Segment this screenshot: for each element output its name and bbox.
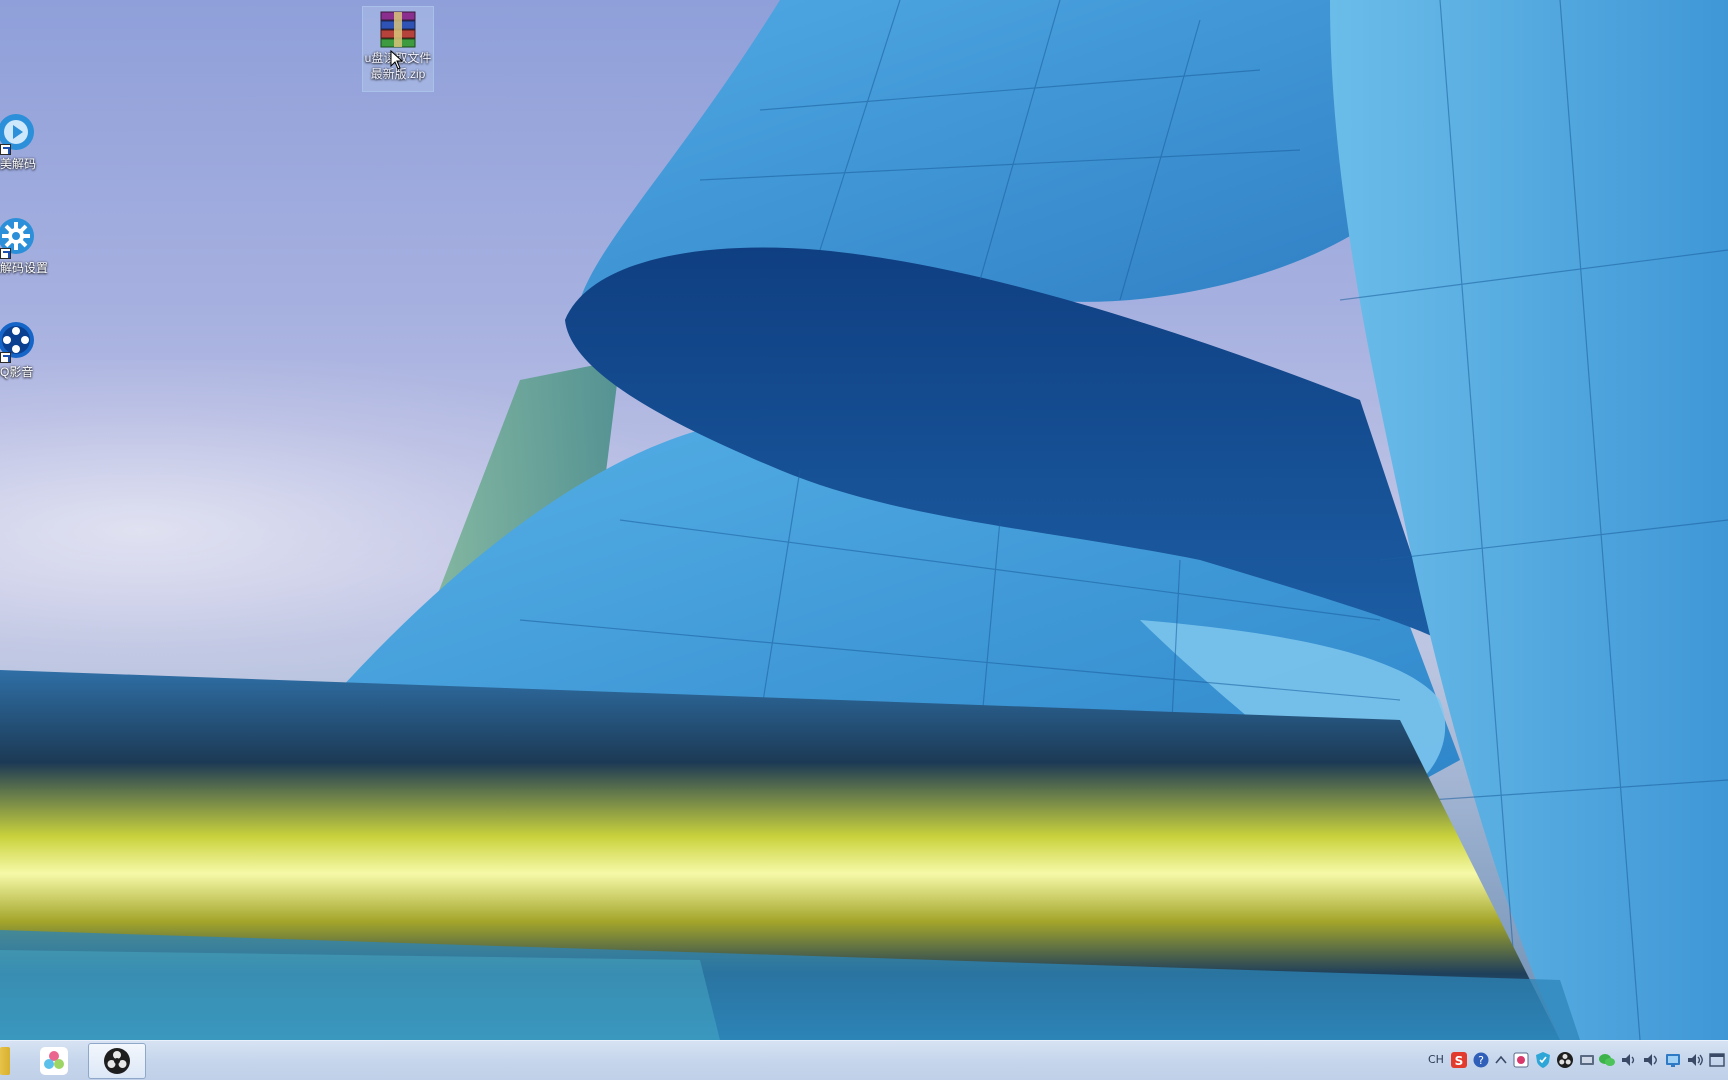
- desktop-icon-qq-player-label: QQ影音: [0, 365, 34, 379]
- shortcut-arrow-icon: [0, 144, 11, 155]
- language-indicator[interactable]: CH: [1428, 1053, 1444, 1066]
- volume-icon[interactable]: [1686, 1051, 1704, 1069]
- shield-icon[interactable]: [1534, 1051, 1552, 1069]
- network-icon[interactable]: [1578, 1051, 1596, 1069]
- system-tray: CH S ?: [1428, 1041, 1728, 1081]
- taskbar: CH S ?: [0, 1040, 1728, 1080]
- pinwheel-app-icon: [40, 1047, 68, 1075]
- desktop-icon-decoder-settings-label: 完美解码设置: [0, 261, 48, 275]
- obs-studio-icon: [104, 1048, 130, 1074]
- file-explorer-icon[interactable]: [0, 1047, 10, 1075]
- taskbar-app-obs[interactable]: [88, 1043, 146, 1079]
- show-desktop-icon[interactable]: [1708, 1051, 1726, 1069]
- desktop-icon-decoder-label: 完美解码: [0, 157, 36, 171]
- volume-icon[interactable]: [1620, 1051, 1638, 1069]
- svg-text:?: ?: [1478, 1054, 1484, 1067]
- winrar-archive-icon: [380, 11, 416, 48]
- wallpaper: [0, 0, 1728, 1040]
- help-icon[interactable]: ?: [1472, 1051, 1490, 1069]
- shortcut-arrow-icon: [0, 248, 11, 259]
- taskbar-app-pinwheel[interactable]: [34, 1043, 74, 1079]
- app-icon[interactable]: [1512, 1051, 1530, 1069]
- wechat-icon[interactable]: [1598, 1051, 1616, 1069]
- desktop-icon-decoder-settings[interactable]: 完美解码设置: [0, 214, 52, 276]
- desktop[interactable]: u盘读取文件 最新版.zip 完美解码 完美解码设置: [0, 0, 1728, 1040]
- shortcut-arrow-icon: [0, 352, 11, 363]
- desktop-icon-zip-archive[interactable]: u盘读取文件 最新版.zip: [362, 6, 434, 92]
- svg-text:S: S: [1455, 1054, 1464, 1068]
- network-status-icon[interactable]: [1664, 1051, 1682, 1069]
- volume-icon[interactable]: [1642, 1051, 1660, 1069]
- obs-tray-icon[interactable]: [1556, 1051, 1574, 1069]
- tray-arrow-icon[interactable]: [1492, 1051, 1510, 1069]
- desktop-icon-qq-player[interactable]: QQ影音: [0, 318, 52, 380]
- sogou-input-icon[interactable]: S: [1450, 1051, 1468, 1069]
- desktop-icon-decoder[interactable]: 完美解码: [0, 110, 52, 172]
- mouse-cursor-icon: [390, 50, 404, 70]
